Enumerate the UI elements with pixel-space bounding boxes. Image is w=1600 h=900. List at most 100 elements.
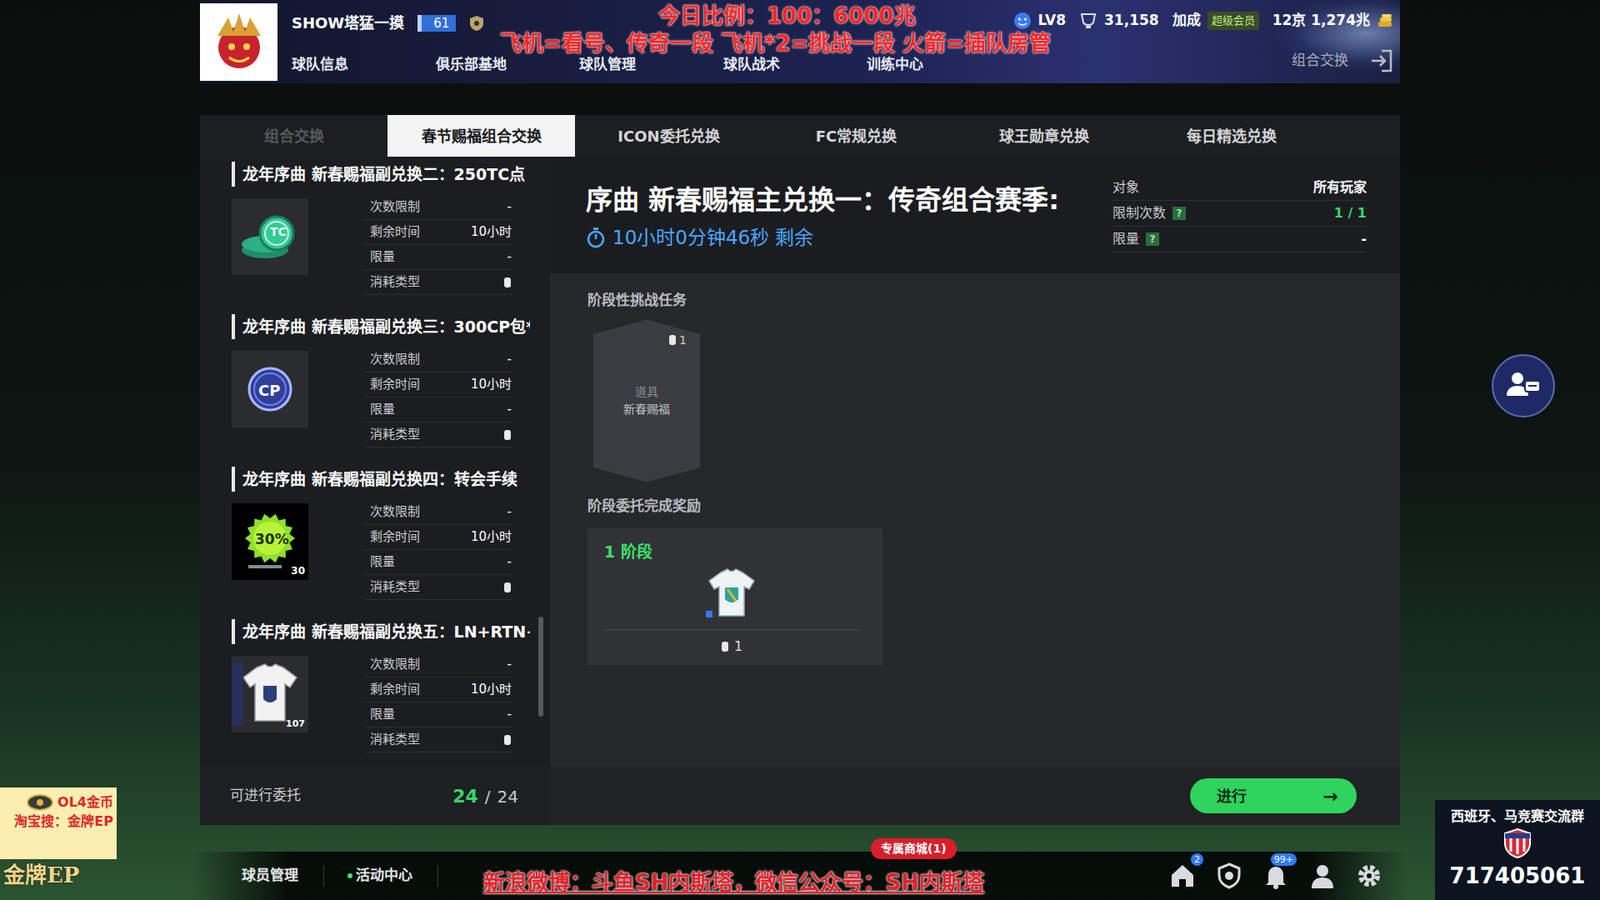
item-body: 107 次数限制-剩余时间10小时限量-消耗类型 xyxy=(231,652,530,753)
row-value: 10小时 xyxy=(470,222,512,242)
available-count: 24/24 xyxy=(452,782,519,810)
exchange-item[interactable]: 龙年序曲 新春赐福副兑换四：转会手续30%30次数限制-剩余时间10小时限量-消… xyxy=(231,461,530,615)
info-row: 消耗类型 xyxy=(365,575,512,600)
logo-icon xyxy=(25,792,55,813)
task-type: 道具 xyxy=(635,383,659,401)
gear-icon xyxy=(1355,861,1384,890)
detail-footer: 进行→ xyxy=(550,766,1400,825)
nav-item[interactable]: 球队战术 xyxy=(723,54,868,76)
task-item: 新春赐福 xyxy=(623,400,670,419)
nav-item[interactable]: 训练中心 xyxy=(866,54,1011,76)
tab[interactable]: 组合交换 xyxy=(200,115,388,157)
row-value: - xyxy=(507,197,512,217)
icon-text: CP xyxy=(258,379,280,402)
timer-text: 10小时0分钟46秒 剩余 xyxy=(612,223,814,253)
row-label: 剩余时间 xyxy=(370,222,420,242)
tab-label: ICON委托兑换 xyxy=(617,127,720,145)
exchange-panel: 组合交换 春节赐福组合交换 ICON委托兑换 FC常规兑换 球王勋章兑换 每日精选兑换龙年… xyxy=(200,115,1400,825)
row-value: - xyxy=(507,552,512,572)
icon-text: TC xyxy=(270,223,287,241)
tab[interactable]: FC常规兑换 xyxy=(762,115,950,157)
shield-button[interactable] xyxy=(1215,861,1244,890)
tab-label: 春节赐福组合交换 xyxy=(421,127,542,145)
reward-item[interactable] xyxy=(604,564,860,623)
nav-item[interactable]: 俱乐部基地 xyxy=(435,54,580,76)
badge: 99+ xyxy=(1270,853,1297,866)
arrow-icon: → xyxy=(1323,782,1339,810)
ad-brand: 金牌EP xyxy=(0,859,117,892)
detail-title: 序曲 新春赐福主兑换一：传奇组合赛季: xyxy=(585,181,1060,219)
tab-label: 每日精选兑换 xyxy=(1186,127,1277,145)
row-label: 次数限制 xyxy=(370,197,420,217)
row-label: 剩余时间 xyxy=(370,527,420,547)
bottom-nav-item[interactable]: 活动中心 xyxy=(324,865,439,887)
info-label: 限制次数 xyxy=(1112,203,1166,224)
stopwatch-icon xyxy=(585,226,606,249)
proceed-button[interactable]: 进行→ xyxy=(1190,778,1357,814)
item-title: 龙年序曲 新春赐福副兑换五：LN+RTN+ xyxy=(231,619,530,645)
list-footer: 可进行委托 24/24 xyxy=(200,766,550,825)
shop-pill[interactable]: 专属商城(1) xyxy=(870,838,957,860)
exchange-item[interactable]: 龙年序曲 新春赐福副兑换二：250TC点TC次数限制-剩余时间10小时限量-消耗… xyxy=(231,156,530,310)
group-title: 西班牙、马竞赛交流群 xyxy=(1450,806,1585,827)
info-value: - xyxy=(1360,229,1367,250)
person-button[interactable] xyxy=(1308,861,1337,890)
reward-stage: 1 阶段 xyxy=(604,540,860,565)
club-level-badge: 61 xyxy=(417,15,456,32)
info-row: 次数限制- xyxy=(365,652,512,678)
tab[interactable]: 每日精选兑换 xyxy=(1137,115,1325,157)
cost-type-icon xyxy=(503,581,512,594)
fan-group: 西班牙、马竞赛交流群717405061 xyxy=(1435,800,1600,900)
stream-footer: 新浪微博：斗鱼SH内斯塔，微信公众号：SH内斯塔 xyxy=(483,866,985,900)
tab-bar: 组合交换 春节赐福组合交换 ICON委托兑换 FC常规兑换 球王勋章兑换 每日精选兑换 xyxy=(200,115,1400,157)
info-label: 对象 xyxy=(1112,177,1140,198)
gear-button[interactable] xyxy=(1355,861,1384,890)
info-row: 限量- xyxy=(365,550,512,575)
club-avatar[interactable] xyxy=(200,3,278,81)
help-icon[interactable]: ? xyxy=(1145,232,1160,246)
bottom-icons: 2 99+ xyxy=(1168,861,1409,890)
task-card[interactable]: 1道具新春赐福 xyxy=(593,320,700,483)
exit-icon xyxy=(1368,48,1394,74)
game-screen: SHOW塔猛一摸 61 球队信息俱乐部基地球队管理球队战术训练中心LV831,158… xyxy=(0,0,1600,900)
coupon-item-image: 30%30 xyxy=(231,503,309,580)
bottom-nav-item[interactable]: 球员管理 xyxy=(191,865,325,887)
chat-icon xyxy=(1505,369,1542,403)
row-label: 消耗类型 xyxy=(370,425,420,445)
tab[interactable]: 球王勋章兑换 xyxy=(950,115,1138,157)
scrollbar[interactable] xyxy=(538,616,544,717)
chat-button[interactable] xyxy=(1491,354,1555,418)
tab-label: FC常规兑换 xyxy=(815,127,898,145)
nav-item[interactable]: 球队管理 xyxy=(579,54,724,76)
jersey-item-image: 107 xyxy=(231,655,309,733)
reward-count-text: 1 xyxy=(734,636,743,657)
rewards-section: 阶段委托完成奖励1 阶段1 xyxy=(587,495,1400,665)
tab[interactable]: ICON委托兑换 xyxy=(575,115,763,157)
info-row: 次数限制- xyxy=(365,500,512,525)
tab[interactable]: 春节赐福组合交换 xyxy=(387,115,575,157)
panel-body: 龙年序曲 新春赐福副兑换二：250TC点TC次数限制-剩余时间10小时限量-消耗… xyxy=(200,156,1400,825)
home-button[interactable]: 2 xyxy=(1168,861,1197,890)
item-info-table: 次数限制-剩余时间10小时限量-消耗类型 xyxy=(365,652,512,753)
bell-icon xyxy=(1261,861,1290,890)
trophy-icon xyxy=(1079,12,1098,30)
detail-body: 阶段性挑战任务1道具新春赐福阶段委托完成奖励1 阶段1 xyxy=(550,273,1400,767)
row-label: 次数限制 xyxy=(370,350,420,370)
row-value: - xyxy=(507,655,512,675)
resource-row: LV831,158加成超级会员12京 1,274兆 xyxy=(1013,10,1394,32)
home-icon xyxy=(1168,861,1197,890)
smiley-icon xyxy=(1013,11,1032,30)
bell-button[interactable]: 99+ xyxy=(1261,861,1290,890)
icon-text: 107 xyxy=(285,717,305,732)
help-icon[interactable]: ? xyxy=(1172,206,1186,220)
exchange-item[interactable]: 龙年序曲 新春赐福副兑换三：300CP包*CP次数限制-剩余时间10小时限量-消… xyxy=(231,309,530,462)
exit-row[interactable]: 组合交换 xyxy=(1291,48,1394,74)
exit-label[interactable]: 组合交换 xyxy=(1291,50,1349,72)
nav-item[interactable]: 球队信息 xyxy=(291,54,436,76)
info-row: 对象所有玩家 xyxy=(1112,175,1367,201)
row-value: - xyxy=(507,705,512,725)
tab-label: 球王勋章兑换 xyxy=(999,127,1090,145)
exchange-item[interactable]: 龙年序曲 新春赐福副兑换五：LN+RTN+ 107 次数限制-剩余时间10小时限量-… xyxy=(231,614,530,767)
player-name: SHOW塔猛一摸 xyxy=(291,11,405,35)
available-label: 可进行委托 xyxy=(230,785,301,807)
